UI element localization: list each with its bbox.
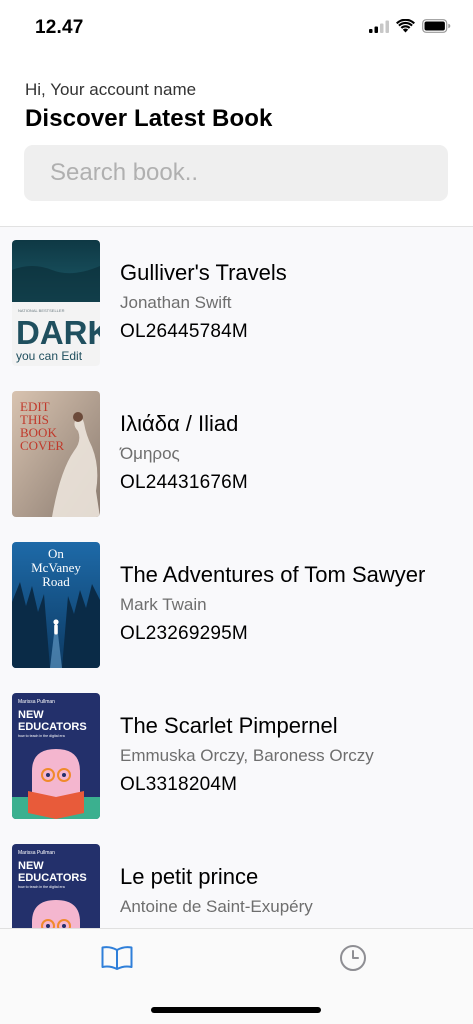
cover-author: Marissa Pullman xyxy=(18,699,55,705)
cover-title-line: NEW xyxy=(18,709,44,721)
book-title: The Adventures of Tom Sawyer xyxy=(120,562,426,587)
status-bar: 12.47 xyxy=(0,0,473,56)
book-row[interactable]: NATIONAL BESTSELLER DARK you can Edit Gu… xyxy=(0,227,473,378)
book-list[interactable]: NATIONAL BESTSELLER DARK you can Edit Gu… xyxy=(0,227,473,928)
book-author: Όμηρος xyxy=(120,444,180,463)
battery-icon xyxy=(422,19,451,38)
cellular-signal-icon xyxy=(369,20,389,38)
book-key: OL3318204M xyxy=(120,774,238,795)
book-title: Ιλιάδα / Iliad xyxy=(120,411,239,436)
book-author: Jonathan Swift xyxy=(120,293,232,312)
cover-caption: NATIONAL BESTSELLER xyxy=(18,308,65,313)
cover-title-line: EDUCATORS xyxy=(18,872,87,884)
book-cover-mcvaney-road: On McVaney Road xyxy=(12,542,100,668)
book-title: Le petit prince xyxy=(120,864,259,889)
book-row[interactable]: Marissa Pullman NEW EDUCATORS how to tea… xyxy=(0,831,473,928)
book-title: The Scarlet Pimpernel xyxy=(120,713,338,738)
tab-discover[interactable] xyxy=(100,943,134,977)
book-row[interactable]: EDIT THIS BOOK COVER Ιλιάδα / Iliad Όμηρ… xyxy=(0,378,473,529)
cover-title-line: NEW xyxy=(18,860,44,872)
cover-subtitle: how to teach in the digital era xyxy=(18,885,65,889)
cover-title-line: McVaney xyxy=(31,560,81,575)
status-time: 12.47 xyxy=(35,17,84,38)
book-cover-new-educators: Marissa Pullman NEW EDUCATORS how to tea… xyxy=(12,693,100,819)
header: Hi, Your account name Discover Latest Bo… xyxy=(25,80,450,133)
status-icons xyxy=(369,18,451,38)
book-key: OL24431676M xyxy=(120,472,248,493)
book-key: OL23269295M xyxy=(120,623,248,644)
greeting-text: Hi, Your account name xyxy=(25,80,197,99)
book-author: Emmuska Orczy, Baroness Orczy xyxy=(120,746,374,765)
tab-history[interactable] xyxy=(336,943,370,977)
search-input[interactable] xyxy=(24,145,448,201)
home-indicator[interactable] xyxy=(151,1007,321,1013)
cover-author: Marissa Pullman xyxy=(18,850,55,856)
book-key: OL26445784M xyxy=(120,321,248,342)
book-title: Gulliver's Travels xyxy=(120,260,287,285)
book-row[interactable]: On McVaney Road The Adventures of Tom Sa… xyxy=(0,529,473,680)
cover-title-line: COVER xyxy=(20,438,64,453)
cover-title-line: On xyxy=(48,546,64,561)
book-author: Mark Twain xyxy=(120,595,207,614)
cover-title-line: Road xyxy=(42,574,70,589)
book-cover-edit-this-book: EDIT THIS BOOK COVER xyxy=(12,391,100,517)
cover-title-line: EDUCATORS xyxy=(18,721,87,733)
cover-title: DARK xyxy=(16,314,100,351)
page-title: Discover Latest Book xyxy=(25,105,273,132)
wifi-icon xyxy=(396,18,415,38)
clock-icon xyxy=(339,944,367,977)
book-row[interactable]: Marissa Pullman NEW EDUCATORS how to tea… xyxy=(0,680,473,831)
book-cover-dark-forest: NATIONAL BESTSELLER DARK you can Edit xyxy=(12,240,100,366)
book-open-icon xyxy=(101,945,133,976)
book-author: Antoine de Saint-Exupéry xyxy=(120,897,313,916)
cover-subtitle: how to teach in the digital era xyxy=(18,734,65,738)
cover-subtitle: you can Edit xyxy=(16,349,83,363)
book-cover-new-educators: Marissa Pullman NEW EDUCATORS how to tea… xyxy=(12,844,100,928)
